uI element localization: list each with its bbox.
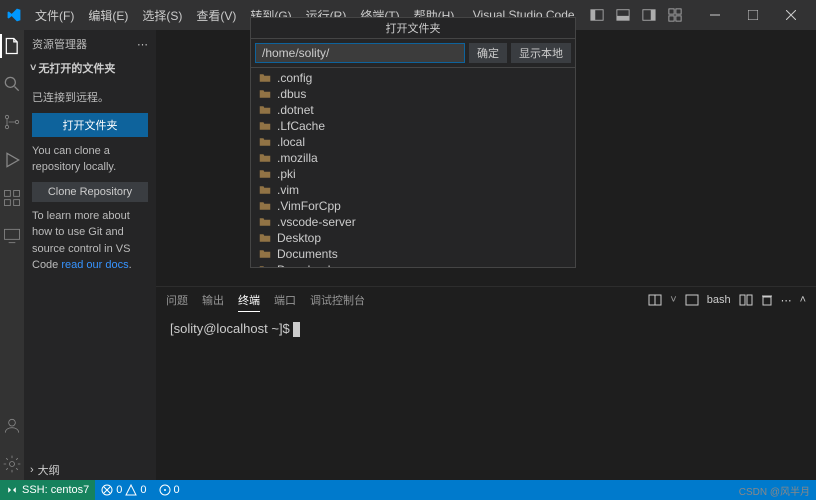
show-local-button[interactable]: 显示本地 xyxy=(511,43,571,63)
chevron-right-icon: › xyxy=(30,464,34,476)
folder-name: .vim xyxy=(277,183,299,197)
menu-编辑[interactable]: 编辑(E) xyxy=(81,3,135,28)
folder-name: Downloads xyxy=(277,263,336,268)
ports-status[interactable]: 0 xyxy=(153,484,186,496)
source-control-icon[interactable] xyxy=(0,110,24,134)
panel-tab-0[interactable]: 问题 xyxy=(166,289,188,311)
more-icon[interactable]: ⋯ xyxy=(781,294,792,307)
clone-repository-button[interactable]: Clone Repository xyxy=(32,182,148,202)
sidebar-title: 资源管理器 xyxy=(32,36,87,52)
layout-toggle-sidebar-right-icon[interactable] xyxy=(638,4,660,26)
layout-toggle-panel-icon[interactable] xyxy=(612,4,634,26)
chevron-down-icon: ˅ xyxy=(30,62,36,74)
terminal-prompt[interactable]: [solity@localhost ~]$ xyxy=(170,321,293,336)
terminal-cursor xyxy=(293,322,300,337)
maximize-panel-icon[interactable]: ˄ xyxy=(800,294,806,306)
search-icon[interactable] xyxy=(0,72,24,96)
open-folder-title: 打开文件夹 xyxy=(250,17,576,39)
folder-item[interactable]: .dbus xyxy=(251,86,575,102)
folder-name: .config xyxy=(277,71,312,85)
settings-gear-icon[interactable] xyxy=(0,452,24,476)
folder-item[interactable]: .mozilla xyxy=(251,150,575,166)
folder-name: .local xyxy=(277,135,305,149)
remote-status[interactable]: SSH: centos7 xyxy=(0,480,95,500)
remote-label: SSH: centos7 xyxy=(22,484,89,496)
menu-文件[interactable]: 文件(F) xyxy=(28,3,81,28)
folder-item[interactable]: .vscode-server xyxy=(251,214,575,230)
path-input[interactable] xyxy=(255,43,465,63)
close-button[interactable] xyxy=(772,0,810,30)
folder-name: Desktop xyxy=(277,231,321,245)
folder-name: Documents xyxy=(277,247,338,261)
confirm-button[interactable]: 确定 xyxy=(469,43,507,63)
panel-tab-2[interactable]: 终端 xyxy=(238,289,260,312)
folder-name: .pki xyxy=(277,167,296,181)
extensions-icon[interactable] xyxy=(0,186,24,210)
split-icon[interactable] xyxy=(739,293,753,307)
folder-name: .VimForCpp xyxy=(277,199,341,213)
ports-count: 0 xyxy=(174,484,180,496)
section-label: 无打开的文件夹 xyxy=(38,60,115,76)
folder-item[interactable]: .config xyxy=(251,70,575,86)
terminal-name[interactable]: bash xyxy=(707,294,731,306)
connected-remote-text: 已连接到远程。 xyxy=(32,90,148,107)
folder-item[interactable]: Desktop xyxy=(251,230,575,246)
sidebar-section[interactable]: ˅ 无打开的文件夹 xyxy=(24,58,156,78)
open-folder-button[interactable]: 打开文件夹 xyxy=(32,113,148,137)
split-terminal-icon[interactable] xyxy=(648,293,662,307)
folder-item[interactable]: Documents xyxy=(251,246,575,262)
folder-item[interactable]: .local xyxy=(251,134,575,150)
run-debug-icon[interactable] xyxy=(0,148,24,172)
vscode-logo xyxy=(0,8,28,22)
panel-tab-4[interactable]: 调试控制台 xyxy=(310,289,365,311)
remote-explorer-icon[interactable] xyxy=(0,224,24,248)
folder-item[interactable]: .vim xyxy=(251,182,575,198)
outline-section[interactable]: 大纲 xyxy=(38,462,60,478)
customize-layout-icon[interactable] xyxy=(664,4,686,26)
warning-count: 0 xyxy=(140,484,146,496)
learn-text: To learn more about how to use Git and s… xyxy=(32,208,148,274)
problems-status[interactable]: 0 0 xyxy=(95,484,152,496)
new-terminal-icon[interactable] xyxy=(685,293,699,307)
layout-toggle-primary-icon[interactable] xyxy=(586,4,608,26)
folder-name: .vscode-server xyxy=(277,215,356,229)
folder-name: .dotnet xyxy=(277,103,314,117)
panel-tab-3[interactable]: 端口 xyxy=(274,289,296,311)
panel-tab-1[interactable]: 输出 xyxy=(202,289,224,311)
clone-hint: You can clone a repository locally. xyxy=(32,143,148,176)
csdn-watermark: CSDN @风半月 xyxy=(733,483,816,498)
folder-item[interactable]: .LfCache xyxy=(251,118,575,134)
read-docs-link[interactable]: read our docs xyxy=(61,259,128,271)
maximize-button[interactable] xyxy=(734,0,772,30)
menu-选择[interactable]: 选择(S) xyxy=(135,3,189,28)
chevron-down-icon[interactable]: ˅ xyxy=(670,294,676,306)
more-icon[interactable]: ⋯ xyxy=(137,38,148,51)
folder-name: .dbus xyxy=(277,87,306,101)
kill-terminal-icon[interactable] xyxy=(761,294,773,306)
folder-item[interactable]: Downloads xyxy=(251,262,575,268)
folder-name: .mozilla xyxy=(277,151,318,165)
account-icon[interactable] xyxy=(0,414,24,438)
folder-item[interactable]: .VimForCpp xyxy=(251,198,575,214)
folder-item[interactable]: .pki xyxy=(251,166,575,182)
explorer-icon[interactable] xyxy=(0,34,24,58)
minimize-button[interactable] xyxy=(696,0,734,30)
error-count: 0 xyxy=(116,484,122,496)
menu-查看[interactable]: 查看(V) xyxy=(189,3,243,28)
folder-name: .LfCache xyxy=(277,119,325,133)
folder-item[interactable]: .dotnet xyxy=(251,102,575,118)
